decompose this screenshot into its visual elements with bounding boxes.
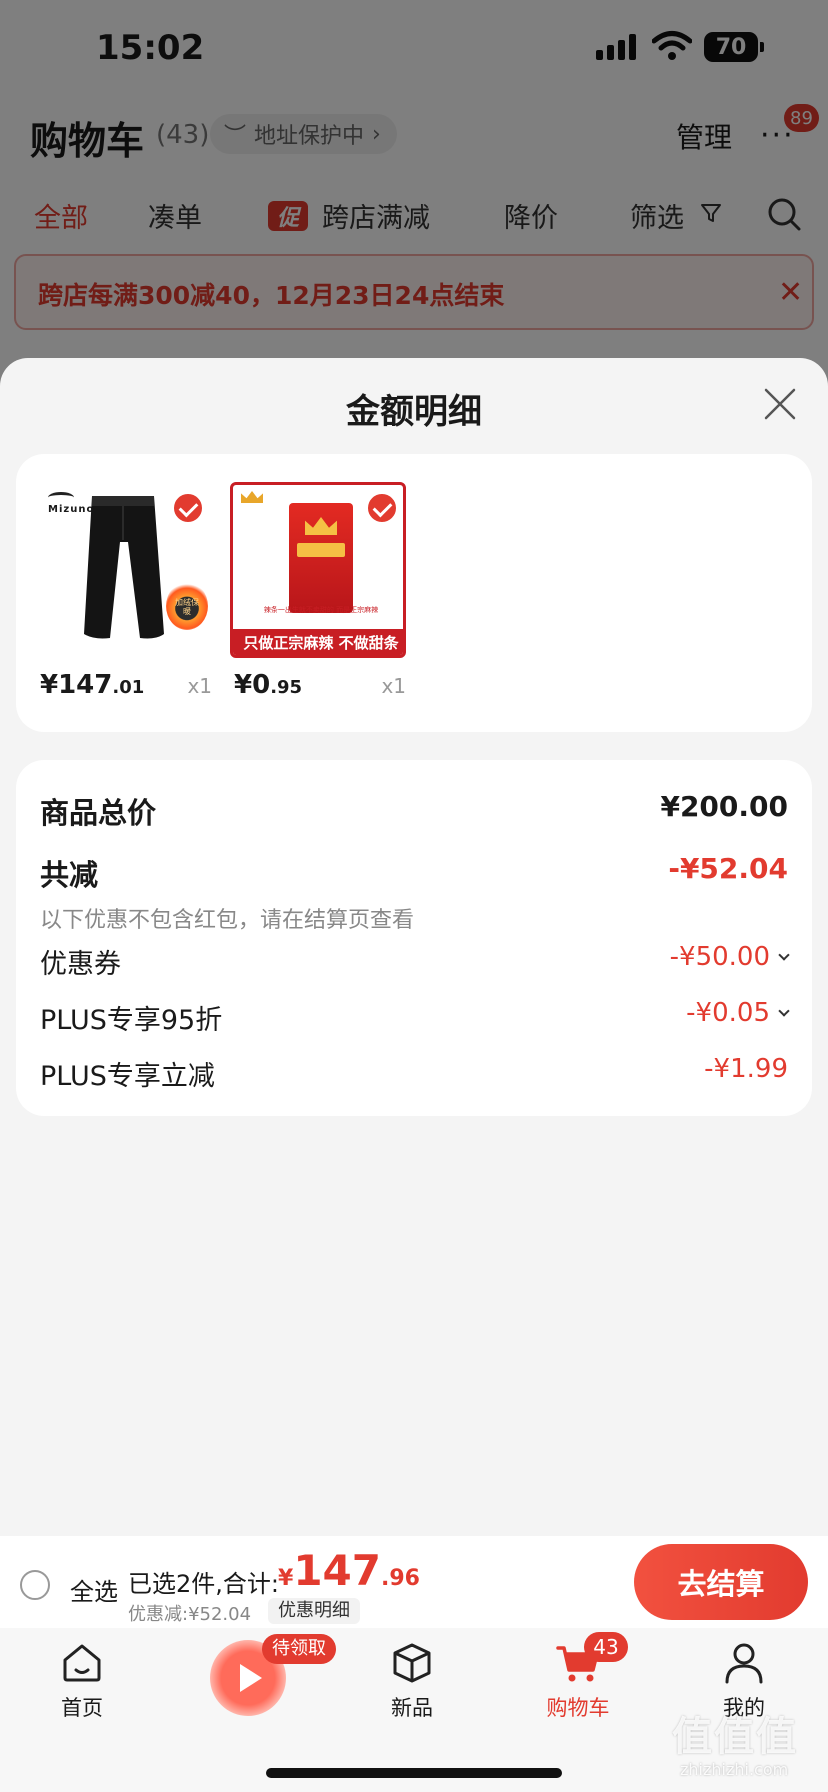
reduction-label: 共减	[40, 858, 99, 892]
amount-detail-sheet: 金额明细 Mizuno 加绒保暖 ¥147.01 x1 辣条一出生就不卖甜的 而…	[0, 358, 828, 1538]
total-amount: ¥147.96	[278, 1546, 420, 1595]
product-image-snack: 辣条一出生就不卖甜的 而是正宗麻辣 只做正宗麻辣 不做甜条	[230, 482, 406, 658]
tab-home[interactable]: 首页	[32, 1640, 132, 1740]
list-item[interactable]: 辣条一出生就不卖甜的 而是正宗麻辣 只做正宗麻辣 不做甜条 ¥0.95 x1	[230, 482, 406, 700]
discount-value: -¥1.99	[704, 1054, 788, 1084]
tab-new-label: 新品	[391, 1696, 433, 1720]
list-item[interactable]: Mizuno 加绒保暖 ¥147.01 x1	[36, 482, 212, 700]
discount-value: -¥50.00	[670, 942, 790, 972]
discount-summary: 优惠减:¥52.04	[128, 1604, 252, 1625]
product-image-pants: Mizuno 加绒保暖	[36, 482, 212, 658]
reduction-value: -¥52.04	[668, 852, 788, 885]
total-price-value: ¥200.00	[660, 790, 788, 823]
cart-count-badge: 43	[584, 1632, 628, 1662]
item-price: ¥147.01	[40, 670, 145, 700]
snack-banner: 只做正宗麻辣 不做甜条	[233, 629, 403, 655]
chevron-down-icon	[778, 949, 790, 961]
select-all-label[interactable]: 全选	[70, 1572, 118, 1607]
total-price-row: 商品总价 ¥200.00	[40, 790, 788, 832]
discount-value: -¥0.05	[686, 998, 790, 1028]
tab-home-label: 首页	[61, 1696, 103, 1720]
snack-pack	[289, 503, 353, 613]
discount-label: 优惠券	[40, 949, 121, 980]
discount-detail-button[interactable]: 优惠明细	[268, 1598, 360, 1624]
snack-label	[297, 543, 345, 557]
crown-icon	[241, 491, 263, 503]
chevron-down-icon	[778, 1005, 790, 1017]
discount-row-plus-instant: PLUS专享立减 -¥1.99	[40, 1054, 788, 1093]
pending-reward-badge[interactable]: 待领取	[262, 1634, 336, 1664]
user-icon	[725, 1643, 763, 1684]
crown-icon	[305, 517, 337, 535]
close-icon[interactable]	[762, 386, 798, 422]
discount-row-coupon[interactable]: 优惠券 -¥50.00	[40, 942, 790, 981]
warm-fleece-badge: 加绒保暖	[166, 582, 208, 630]
item-quantity: x1	[381, 674, 406, 698]
selected-summary: 已选2件,合计:	[128, 1570, 279, 1598]
tab-new[interactable]: 新品	[362, 1640, 462, 1740]
home-indicator	[266, 1768, 562, 1778]
discount-row-plus-95[interactable]: PLUS专享95折 -¥0.05	[40, 998, 790, 1037]
checkout-bar: 全选 已选2件,合计: ¥147.96 优惠减:¥52.04 优惠明细 去结算	[0, 1536, 828, 1628]
selected-items-card: Mizuno 加绒保暖 ¥147.01 x1 辣条一出生就不卖甜的 而是正宗麻辣…	[16, 454, 812, 732]
selected-check-icon[interactable]	[172, 492, 204, 524]
watermark: 值值值	[672, 1714, 798, 1760]
discount-label: PLUS专享立减	[40, 1061, 215, 1092]
price-breakdown-card: 商品总价 ¥200.00 共减 -¥52.04 以下优惠不包含红包，请在结算页查…	[16, 760, 812, 1116]
tab-cart-label: 购物车	[546, 1696, 610, 1720]
snack-slogan: 辣条一出生就不卖甜的 而是正宗麻辣	[263, 606, 379, 614]
home-icon	[63, 1644, 101, 1682]
box-icon	[393, 1643, 431, 1683]
sheet-title: 金额明细	[346, 392, 482, 432]
item-price: ¥0.95	[234, 670, 303, 700]
total-price-label: 商品总价	[40, 796, 157, 830]
discount-label: PLUS专享95折	[40, 1005, 223, 1036]
reduction-note: 以下优惠不包含红包，请在结算页查看	[40, 908, 415, 933]
item-quantity: x1	[187, 674, 212, 698]
watermark-url: zhizhizhi.com	[680, 1760, 789, 1779]
selected-check-icon[interactable]	[366, 492, 398, 524]
checkout-button[interactable]: 去结算	[634, 1544, 808, 1620]
reduction-row: 共减 -¥52.04 以下优惠不包含红包，请在结算页查看	[40, 852, 788, 934]
select-all-checkbox[interactable]	[20, 1570, 50, 1600]
